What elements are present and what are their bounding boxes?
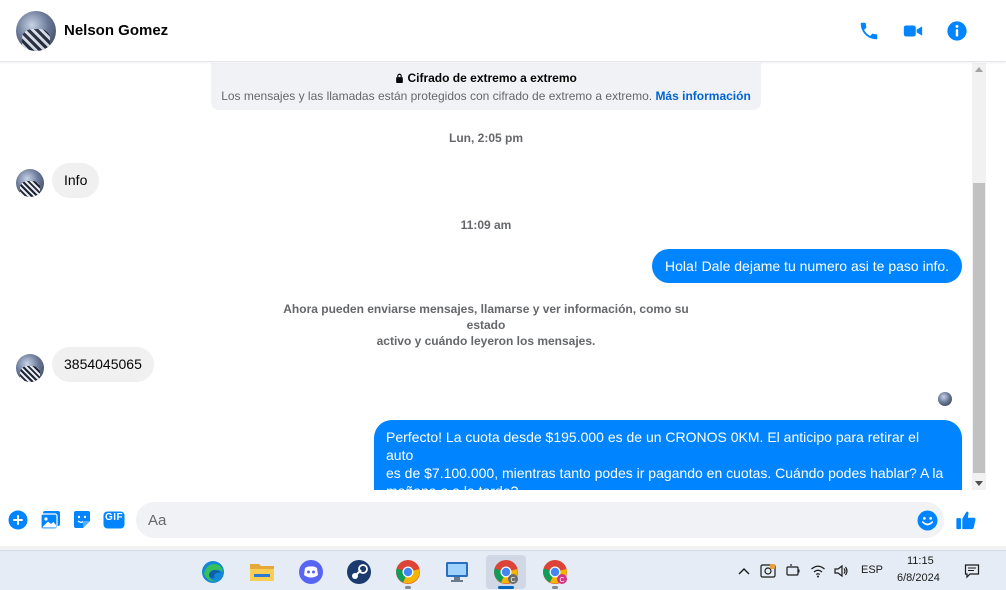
phone-icon[interactable] [857, 19, 881, 43]
plus-icon[interactable] [7, 509, 29, 531]
contact-name[interactable]: Nelson Gomez [64, 22, 168, 39]
contact-avatar[interactable] [16, 11, 56, 51]
timestamp: Lun, 2:05 pm [448, 131, 523, 145]
chat-scrollbar[interactable] [972, 63, 986, 490]
battery-icon[interactable] [785, 563, 801, 579]
wifi-icon[interactable] [810, 563, 826, 579]
more-info-link[interactable]: Más información [655, 89, 750, 103]
timestamp: 11:09 am [460, 218, 512, 232]
scrollbar-thumb[interactable] [973, 183, 985, 473]
language-indicator[interactable]: ESP [861, 564, 883, 576]
gif-icon[interactable]: GIF [102, 509, 126, 531]
encryption-body: Los mensajes y las llamadas están proteg… [221, 89, 653, 103]
scroll-up-arrow-icon[interactable] [975, 67, 983, 72]
sender-avatar[interactable] [16, 354, 44, 382]
gallery-icon[interactable] [39, 509, 61, 531]
scroll-down-arrow-icon[interactable] [975, 481, 983, 486]
lock-icon [395, 71, 407, 85]
incoming-message[interactable]: 3854045065 [52, 347, 154, 382]
info-icon[interactable] [945, 19, 969, 43]
chrome-icon[interactable] [388, 555, 428, 589]
gif-label: GIF [105, 512, 124, 523]
webcam-icon[interactable] [760, 563, 776, 579]
discord-icon[interactable] [291, 555, 331, 589]
notification-icon[interactable] [964, 563, 980, 579]
incoming-message[interactable]: Info [52, 163, 100, 198]
message-list[interactable]: Cifrado de extremo a extremo Los mensaje… [0, 63, 972, 490]
remote-desktop-icon[interactable] [437, 555, 477, 589]
encryption-title: Cifrado de extremo a extremo [407, 71, 577, 85]
composer: GIF [0, 494, 1006, 546]
outgoing-message[interactable]: Perfecto! La cuota desde $195.000 es de … [374, 420, 962, 490]
file-explorer-icon[interactable] [242, 555, 282, 589]
chat-header: Nelson Gomez [0, 0, 1006, 62]
seen-indicator-avatar [938, 392, 952, 406]
sender-avatar[interactable] [16, 169, 44, 197]
clock-date[interactable]: 6/8/2024 [897, 572, 940, 584]
windows-taskbar: C C ESP 11:15 6/8/2024 [0, 550, 1006, 590]
steam-icon[interactable] [339, 555, 379, 589]
chrome-profile-icon-2[interactable]: C [535, 555, 575, 589]
edge-icon[interactable] [193, 555, 233, 589]
clock-time[interactable]: 11:15 [907, 555, 934, 567]
outgoing-message[interactable]: Hola! Dale dejame tu numero asi te paso … [652, 249, 963, 283]
chrome-profile-icon[interactable]: C [486, 555, 526, 589]
video-icon[interactable] [901, 19, 925, 43]
emoji-icon[interactable] [916, 509, 938, 531]
like-icon[interactable] [955, 509, 977, 531]
svg-text:C: C [510, 577, 515, 584]
chevron-up-icon[interactable] [736, 563, 752, 579]
svg-text:C: C [559, 577, 564, 584]
sticker-icon[interactable] [71, 509, 93, 531]
message-input[interactable] [136, 502, 944, 538]
encryption-notice: Cifrado de extremo a extremo Los mensaje… [211, 63, 761, 110]
volume-icon[interactable] [833, 563, 849, 579]
system-message: Ahora pueden enviarse mensajes, llamarse… [283, 302, 689, 348]
